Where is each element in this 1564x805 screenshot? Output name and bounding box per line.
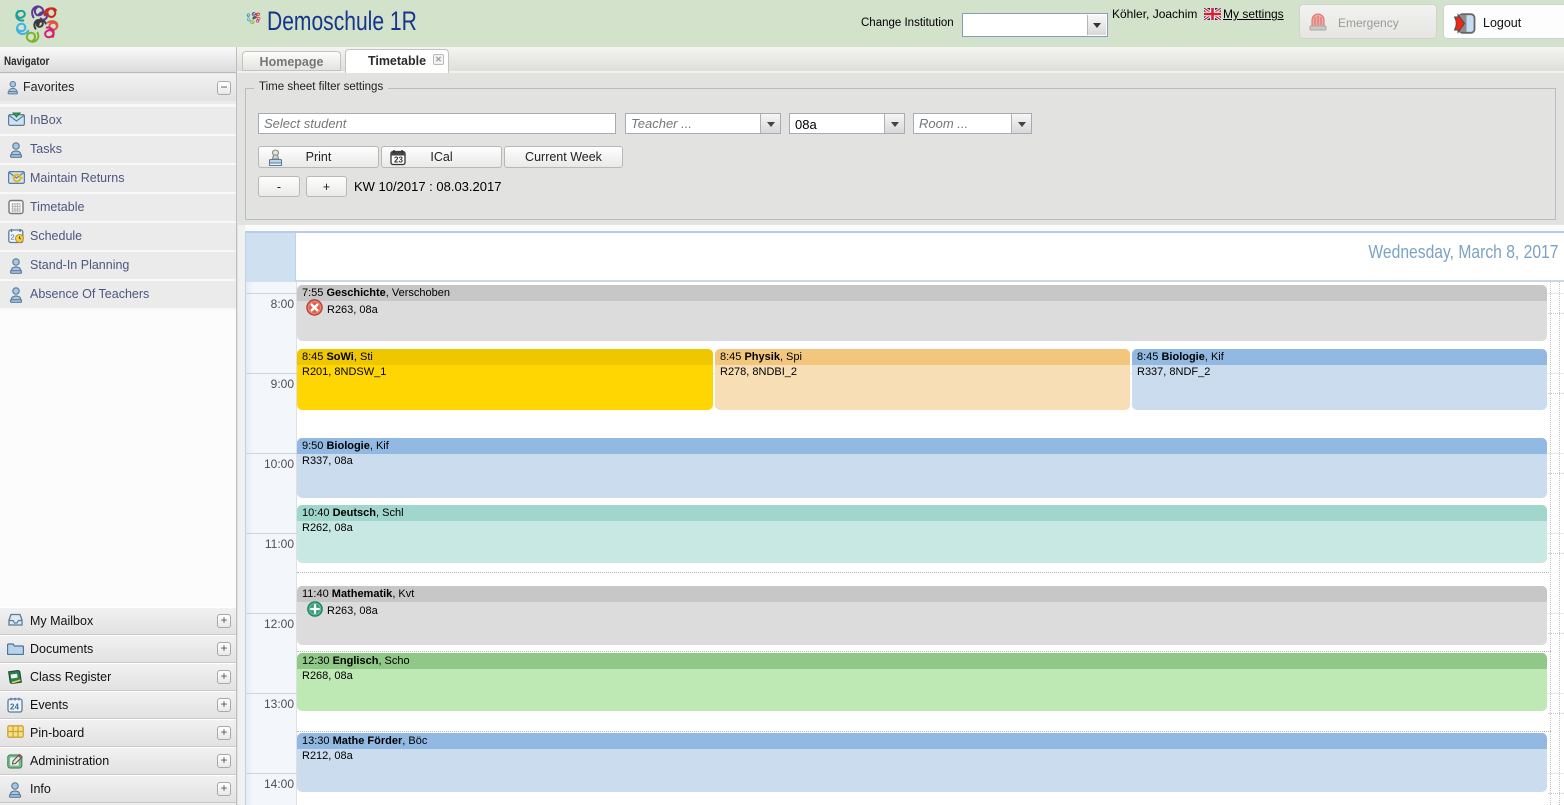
svg-text:2: 2 (11, 233, 15, 242)
svg-text:24: 24 (10, 703, 19, 712)
svg-text:23: 23 (394, 156, 403, 165)
